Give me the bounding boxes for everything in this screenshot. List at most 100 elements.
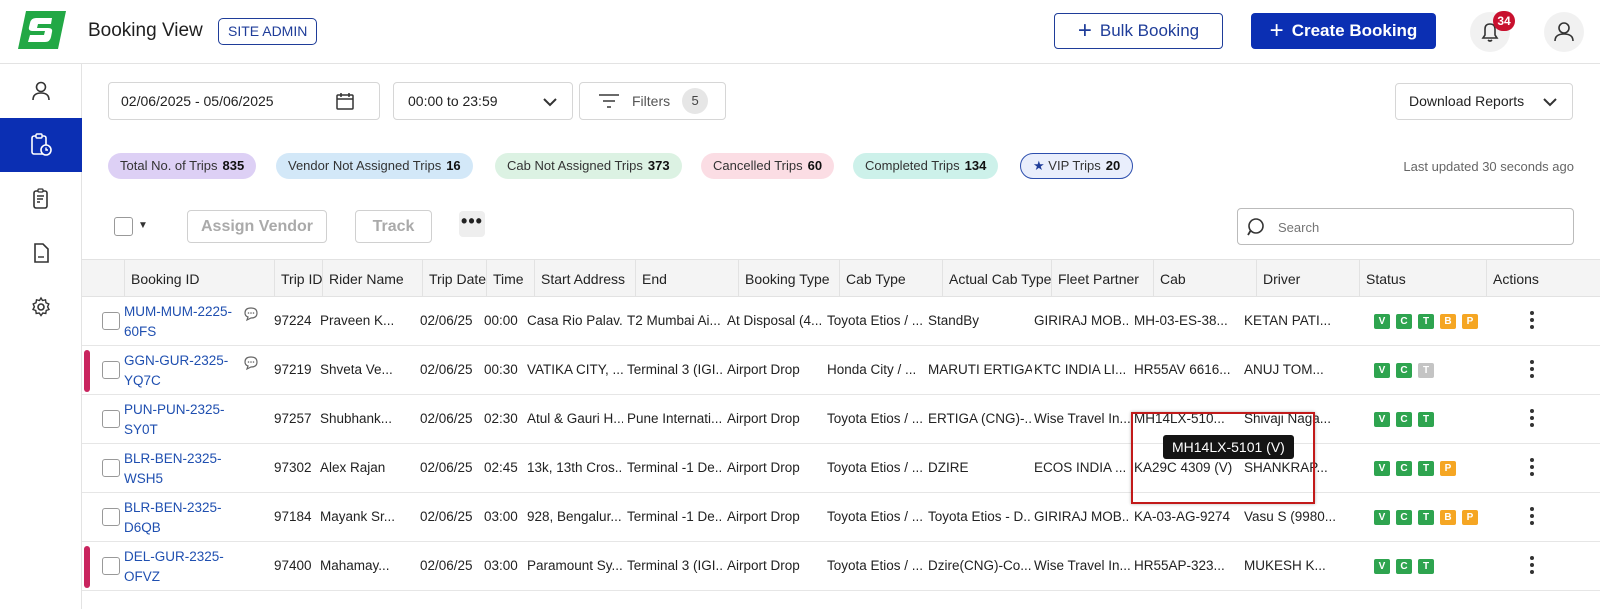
table-row[interactable]: DEL-GUR-2325-OFVZ 97400 Mahamay... 02/06/25… xyxy=(82,542,1600,591)
row-menu-icon[interactable] xyxy=(1530,409,1536,430)
cell-end: Terminal -1 De... xyxy=(627,509,723,524)
download-reports-label: Download Reports xyxy=(1409,93,1525,109)
status-badge: T xyxy=(1418,559,1434,574)
pill-total-trips[interactable]: Total No. of Trips 835 xyxy=(108,153,257,179)
booking-id-link[interactable]: GGN-GUR-2325-YQ7C xyxy=(124,351,232,391)
row-checkbox[interactable] xyxy=(102,312,120,330)
row-menu-icon[interactable] xyxy=(1530,507,1536,528)
row-menu-icon[interactable] xyxy=(1530,311,1536,332)
pill-vip-trips[interactable]: ★ VIP Trips 20 xyxy=(1020,153,1134,179)
col-status[interactable]: Status xyxy=(1359,260,1406,298)
pill-vendor-not-assigned[interactable]: Vendor Not Assigned Trips 16 xyxy=(276,153,473,179)
table-row[interactable]: MUM-MUM-2225-60FS 97224 Praveen K... 02/06/… xyxy=(82,297,1600,346)
table-row[interactable]: PUN-PUN-2325-SY0T 97257 Shubhank... 02/06/2… xyxy=(82,395,1600,444)
row-menu-icon[interactable] xyxy=(1530,360,1536,381)
cell-start: Casa Rio Palav... xyxy=(527,313,623,328)
cell-trip-id: 97257 xyxy=(274,411,312,426)
search-box[interactable] xyxy=(1237,208,1574,245)
row-checkbox[interactable] xyxy=(102,557,120,575)
col-cab[interactable]: Cab xyxy=(1153,260,1186,298)
col-time[interactable]: Time xyxy=(486,260,524,298)
status-badges: VCT xyxy=(1374,559,1434,574)
bulk-booking-button[interactable]: + Bulk Booking xyxy=(1054,13,1223,49)
col-rider-name[interactable]: Rider Name xyxy=(322,260,404,298)
cell-cab-type: Honda City / ... xyxy=(827,362,917,377)
pill-cancelled-trips[interactable]: Cancelled Trips 60 xyxy=(701,153,835,179)
cell-start: 928, Bengalur... xyxy=(527,509,622,524)
cell-rider: Shubhank... xyxy=(320,411,393,426)
filters-button[interactable]: Filters 5 xyxy=(579,82,726,120)
cell-trip-id: 97302 xyxy=(274,460,312,475)
search-icon xyxy=(1247,218,1264,236)
caret-down-icon[interactable]: ▼ xyxy=(138,220,148,231)
cell-actual-cab: StandBy xyxy=(928,313,980,328)
col-start-address[interactable]: Start Address xyxy=(534,260,625,298)
cell-end: Pune Internati... xyxy=(627,411,723,426)
pill-completed-trips[interactable]: Completed Trips 134 xyxy=(853,153,999,179)
cell-end: T2 Mumbai Ai... xyxy=(627,313,721,328)
col-cab-type[interactable]: Cab Type xyxy=(839,260,906,298)
create-booking-button[interactable]: + Create Booking xyxy=(1251,13,1436,49)
col-fleet-partner[interactable]: Fleet Partner xyxy=(1051,260,1139,298)
table-row[interactable]: BLR-BEN-2325-D6QB 97184 Mayank Sr... 02/06/… xyxy=(82,493,1600,542)
row-checkbox[interactable] xyxy=(102,410,120,428)
pill-count: 60 xyxy=(807,158,823,173)
col-actual-cab-type[interactable]: Actual Cab Type xyxy=(942,260,1051,298)
col-booking-type[interactable]: Booking Type xyxy=(738,260,830,298)
booking-id-link[interactable]: PUN-PUN-2325-SY0T xyxy=(124,400,232,440)
booking-id-link[interactable]: DEL-GUR-2325-OFVZ xyxy=(124,547,232,587)
cell-booking-type: Airport Drop xyxy=(727,460,800,475)
date-range-picker[interactable]: 02/06/2025 - 05/06/2025 xyxy=(108,82,380,120)
booking-id-link[interactable]: BLR-BEN-2325-WSH5 xyxy=(124,449,232,489)
chat-icon[interactable] xyxy=(243,306,259,322)
status-badge: V xyxy=(1374,559,1390,574)
sidebar-item-settings[interactable] xyxy=(0,280,82,334)
col-actions[interactable]: Actions xyxy=(1486,260,1539,298)
row-checkbox[interactable] xyxy=(102,361,120,379)
app-logo-icon[interactable] xyxy=(18,11,66,49)
pill-count: 134 xyxy=(964,158,987,173)
cell-cab: HR55AV 6616... xyxy=(1134,362,1231,377)
table-row[interactable]: GGN-GUR-2325-YQ7C 97219 Shveta Ve... 02/06/… xyxy=(82,346,1600,395)
cell-driver: KETAN PATI... xyxy=(1244,313,1332,328)
sidebar-item-profile[interactable] xyxy=(0,64,82,118)
row-menu-icon[interactable] xyxy=(1530,458,1536,479)
select-all-checkbox[interactable] xyxy=(114,217,133,236)
col-trip-id[interactable]: Trip ID xyxy=(274,260,322,298)
booking-id-link[interactable]: BLR-BEN-2325-D6QB xyxy=(124,498,232,538)
sidebar-item-documents[interactable] xyxy=(0,226,82,280)
chat-icon[interactable] xyxy=(243,355,259,371)
table-row[interactable]: BLR-BEN-2325-WSH5 97302 Alex Rajan 02/06/25… xyxy=(82,444,1600,493)
date-range-value: 02/06/2025 - 05/06/2025 xyxy=(121,93,274,109)
row-menu-icon[interactable] xyxy=(1530,556,1536,577)
sidebar-item-bookings[interactable] xyxy=(0,118,82,172)
cell-trip-id: 97224 xyxy=(274,313,312,328)
cell-start: 13k, 13th Cros... xyxy=(527,460,623,475)
row-checkbox[interactable] xyxy=(102,459,120,477)
status-badge: V xyxy=(1374,363,1390,378)
booking-id-link[interactable]: MUM-MUM-2225-60FS xyxy=(124,302,232,342)
pill-cab-not-assigned[interactable]: Cab Not Assigned Trips 373 xyxy=(495,153,682,179)
sidebar-item-reports[interactable] xyxy=(0,172,82,226)
cell-driver: Vasu S (9980... xyxy=(1244,509,1337,524)
cell-date: 02/06/25 xyxy=(420,558,473,573)
time-range-select[interactable]: 00:00 to 23:59 xyxy=(393,82,573,120)
col-end[interactable]: End xyxy=(635,260,667,298)
col-driver[interactable]: Driver xyxy=(1256,260,1300,298)
row-checkbox[interactable] xyxy=(102,508,120,526)
sidebar xyxy=(0,64,82,609)
col-trip-date[interactable]: Trip Date xyxy=(422,260,486,298)
profile-button[interactable] xyxy=(1544,12,1584,52)
table-header: Booking ID Trip ID Rider Name Trip Date … xyxy=(82,259,1600,298)
status-badge: T xyxy=(1418,510,1434,525)
cell-rider: Mahamay... xyxy=(320,558,390,573)
assign-vendor-button[interactable]: Assign Vendor xyxy=(187,210,327,243)
col-booking-id[interactable]: Booking ID xyxy=(124,260,199,298)
search-input[interactable] xyxy=(1278,217,1558,237)
cell-booking-type: Airport Drop xyxy=(727,509,800,524)
download-reports-dropdown[interactable]: Download Reports xyxy=(1395,83,1573,120)
track-button[interactable]: Track xyxy=(355,210,432,243)
status-badges: VCTBP xyxy=(1374,314,1478,329)
more-actions-button[interactable]: ••• xyxy=(459,211,485,237)
document-icon xyxy=(34,243,49,263)
